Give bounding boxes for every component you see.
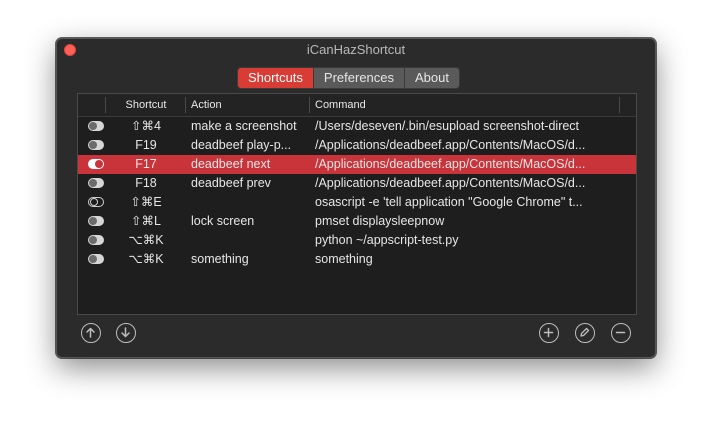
enabled-cell — [78, 212, 106, 231]
column-header-shortcut[interactable]: Shortcut — [106, 94, 186, 116]
enabled-cell — [78, 155, 106, 174]
action-cell: something — [191, 252, 249, 266]
shortcut-cell: F17 — [135, 157, 157, 171]
action-cell — [186, 193, 310, 212]
toggle-on-icon[interactable] — [88, 253, 104, 264]
toggle-on-icon[interactable] — [88, 158, 104, 169]
toggle-on-icon[interactable] — [88, 215, 104, 226]
enabled-cell — [78, 250, 106, 269]
action-cell: deadbeef play-p... — [191, 138, 292, 152]
column-header-enabled[interactable] — [78, 94, 106, 116]
command-cell: /Users/deseven/.bin/esupload screenshot-… — [315, 119, 580, 133]
table-row[interactable]: ⇧⌘E osascript -e 'tell application "Googl… — [78, 193, 636, 212]
shortcut-cell: ⇧⌘L — [131, 214, 161, 228]
table-row[interactable]: ⌥⌘K something something — [78, 250, 636, 269]
app-window: iCanHazShortcut Shortcuts Preferences Ab… — [56, 38, 656, 358]
shortcut-cell: F18 — [135, 176, 157, 190]
tab-bar: Shortcuts Preferences About — [237, 67, 460, 89]
action-cell — [186, 231, 310, 250]
shortcuts-table[interactable]: Shortcut Action Command ⇧⌘4 make a screen… — [77, 93, 637, 315]
edit-shortcut-button[interactable] — [575, 323, 595, 343]
action-cell: make a screenshot — [191, 119, 297, 133]
toggle-on-icon[interactable] — [88, 234, 104, 245]
table-row[interactable]: F19 deadbeef play-p... /Applications/deadb… — [78, 136, 636, 155]
enabled-cell — [78, 117, 106, 136]
table-row[interactable]: ⇧⌘4 make a screenshot/Users/deseven/.bin/… — [78, 117, 636, 136]
enabled-cell — [78, 193, 106, 212]
toggle-on-icon[interactable] — [88, 177, 104, 188]
close-window-button[interactable] — [64, 44, 76, 56]
command-cell: pmset displaysleepnow — [315, 214, 445, 228]
command-cell: /Applications/deadbeef.app/Contents/MacO… — [315, 138, 586, 152]
column-header-command[interactable]: Command — [310, 94, 620, 116]
minus-icon — [615, 331, 626, 334]
table-row[interactable]: ⌥⌘K python ~/appscript-test.py — [78, 231, 636, 250]
command-cell: /Applications/deadbeef.app/Contents/MacO… — [315, 157, 586, 171]
shortcut-cell: ⇧⌘4 — [131, 119, 161, 133]
column-header-filler — [620, 94, 636, 116]
shortcut-cell: F19 — [135, 138, 157, 152]
action-cell: deadbeef prev — [191, 176, 271, 190]
enabled-cell — [78, 136, 106, 155]
plus-icon — [543, 327, 554, 338]
tab-about[interactable]: About — [405, 68, 459, 88]
pencil-icon — [580, 327, 590, 337]
action-cell: deadbeef next — [191, 157, 271, 171]
tab-preferences[interactable]: Preferences — [313, 68, 406, 88]
move-up-button[interactable] — [81, 323, 101, 343]
command-cell: /Applications/deadbeef.app/Contents/MacO… — [315, 176, 586, 190]
arrow-up-icon — [86, 327, 95, 338]
toggle-on-icon[interactable] — [88, 139, 104, 150]
command-cell: osascript -e 'tell application "Google C… — [315, 195, 583, 209]
action-cell: lock screen — [191, 214, 255, 228]
toggle-off-icon[interactable] — [88, 196, 104, 207]
move-down-button[interactable] — [116, 323, 136, 343]
remove-shortcut-button[interactable] — [611, 323, 631, 343]
toggle-on-icon[interactable] — [88, 120, 104, 131]
command-cell: something — [315, 252, 373, 266]
column-header-action[interactable]: Action — [186, 94, 310, 116]
table-header: Shortcut Action Command — [78, 94, 636, 117]
table-row[interactable]: F17 deadbeef next/Applications/deadbeef.a… — [78, 155, 636, 174]
table-body: ⇧⌘4 make a screenshot/Users/deseven/.bin/… — [78, 117, 636, 269]
shortcut-cell: ⌥⌘K — [128, 233, 164, 247]
window-title: iCanHazShortcut — [306, 42, 406, 57]
titlebar[interactable]: iCanHazShortcut — [57, 39, 655, 61]
add-shortcut-button[interactable] — [539, 323, 559, 343]
shortcut-cell: ⌥⌘K — [128, 252, 164, 266]
arrow-down-icon — [121, 327, 130, 338]
enabled-cell — [78, 231, 106, 250]
table-row[interactable]: ⇧⌘L lock screen pmset displaysleepnow — [78, 212, 636, 231]
table-row[interactable]: F18 deadbeef prev/Applications/deadbeef.a… — [78, 174, 636, 193]
shortcut-cell: ⇧⌘E — [130, 195, 162, 209]
bottom-toolbar — [57, 321, 655, 347]
enabled-cell — [78, 174, 106, 193]
command-cell: python ~/appscript-test.py — [315, 233, 459, 247]
tab-shortcuts[interactable]: Shortcuts — [238, 68, 314, 88]
